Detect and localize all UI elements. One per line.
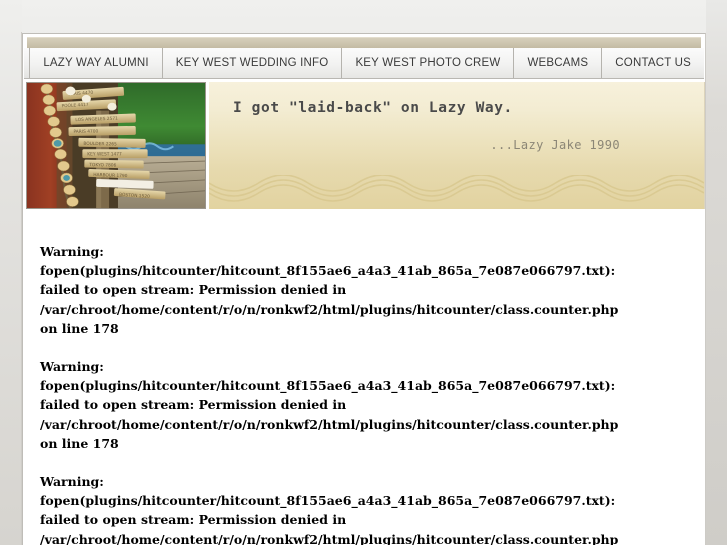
- nav-item-contact-us[interactable]: CONTACT US: [602, 48, 704, 78]
- svg-text:PARIS 4700: PARIS 4700: [73, 128, 98, 134]
- warning-reason-line: failed to open stream: Permission denied…: [40, 512, 347, 528]
- svg-text:TOKYO 7806: TOKYO 7806: [88, 162, 116, 168]
- warning-label: Warning:: [40, 244, 104, 259]
- warning-label: Warning:: [40, 474, 104, 490]
- page-left-gutter: [0, 0, 22, 545]
- banner-wave-decoration: [209, 175, 704, 202]
- nav-item-label: LAZY WAY ALUMNI: [43, 57, 149, 69]
- main-navigation: LAZY WAY ALUMNI KEY WEST WEDDING INFO KE…: [24, 48, 704, 79]
- svg-text:BOULDER 2265: BOULDER 2265: [83, 141, 117, 148]
- warning-lineno-line: on line 178: [40, 320, 119, 336]
- banner-credit: ...Lazy Jake 1990: [490, 138, 620, 152]
- nav-item-label: CONTACT US: [615, 57, 691, 69]
- php-warning-block: Warning: fopen(plugins/hitcounter/hitcou…: [40, 472, 705, 545]
- warning-fopen-line: fopen(plugins/hitcounter/hitcount_8f155a…: [40, 493, 616, 509]
- header-banner: I got "laid-back" on Lazy Way. ...Lazy J…: [209, 82, 705, 209]
- site-page: LAZY WAY ALUMNI KEY WEST WEDDING INFO KE…: [22, 33, 706, 545]
- header-row: PARIS 4470 POOLE 4417 LOS ANGELES 2571 P…: [26, 82, 705, 209]
- svg-text:HARBOUR 1790: HARBOUR 1790: [93, 172, 128, 179]
- page-right-gutter: [706, 0, 727, 545]
- nav-item-lazy-way-alumni[interactable]: LAZY WAY ALUMNI: [30, 48, 163, 78]
- nav-item-key-west-wedding-info[interactable]: KEY WEST WEDDING INFO: [162, 48, 343, 78]
- svg-text:KEY WEST 1477: KEY WEST 1477: [87, 152, 122, 158]
- nav-item-label: KEY WEST WEDDING INFO: [175, 57, 329, 69]
- php-warning-block: Warning: fopen(plugins/hitcounter/hitcou…: [40, 242, 705, 338]
- warning-path-line: /var/chroot/home/content/r/o/n/ronkwf2/h…: [40, 416, 619, 432]
- warning-fopen-line: fopen(plugins/hitcounter/hitcount_8f155a…: [40, 378, 616, 394]
- php-warning-block: Warning: fopen(plugins/hitcounter/hitcou…: [40, 357, 705, 453]
- signpost-photo-graphic: PARIS 4470 POOLE 4417 LOS ANGELES 2571 P…: [27, 83, 205, 208]
- warning-reason-line: failed to open stream: Permission denied…: [40, 282, 347, 298]
- warning-reason-line: failed to open stream: Permission denied…: [40, 397, 347, 413]
- nav-item-key-west-photo-crew[interactable]: KEY WEST PHOTO CREW: [342, 48, 515, 78]
- warning-lineno-line: on line 178: [40, 435, 119, 451]
- banner-tagline: I got "laid-back" on Lazy Way.: [233, 100, 513, 116]
- warning-path-line: /var/chroot/home/content/r/o/n/ronkwf2/h…: [40, 531, 619, 545]
- warning-fopen-line: fopen(plugins/hitcounter/hitcount_8f155a…: [40, 263, 616, 279]
- nav-item-webcams[interactable]: WEBCAMS: [514, 48, 603, 78]
- warning-path-line: /var/chroot/home/content/r/o/n/ronkwf2/h…: [40, 301, 619, 317]
- nav-item-label: KEY WEST PHOTO CREW: [355, 57, 501, 69]
- warning-label: Warning:: [40, 359, 104, 375]
- nav-item-label: WEBCAMS: [527, 57, 589, 69]
- header-photo: PARIS 4470 POOLE 4417 LOS ANGELES 2571 P…: [26, 82, 206, 209]
- top-ribbon: [27, 37, 701, 48]
- php-warning-list: Warning: fopen(plugins/hitcounter/hitcou…: [23, 209, 705, 545]
